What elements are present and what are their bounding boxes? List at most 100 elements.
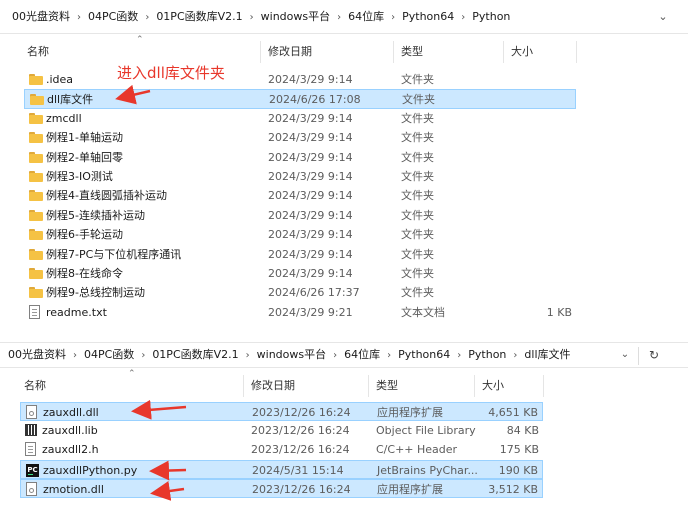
file-date: 2024/6/26 17:08 — [269, 93, 361, 107]
folder-row[interactable]: 例程5-连续插补运动 2024/3/29 9:14 文件夹 — [24, 206, 576, 225]
folder-row[interactable]: 例程1-单轴运动 2024/3/29 9:14 文件夹 — [24, 128, 576, 147]
chevron-right-icon[interactable]: › — [461, 12, 465, 23]
column-divider[interactable] — [260, 41, 261, 63]
chevron-right-icon[interactable]: › — [387, 350, 391, 361]
breadcrumb-item[interactable]: 04PC函数 — [84, 348, 134, 361]
chevron-right-icon[interactable]: › — [250, 12, 254, 23]
file-row[interactable]: readme.txt 2024/3/29 9:21 文本文档 1 KB — [24, 303, 576, 322]
chevron-right-icon[interactable]: › — [391, 12, 395, 23]
column-divider[interactable] — [474, 375, 475, 397]
file-row[interactable]: zauxdll.lib 2023/12/26 16:24 Object File L… — [20, 421, 543, 440]
folder-row[interactable]: zmcdll 2024/3/29 9:14 文件夹 — [24, 109, 576, 128]
breadcrumb-item[interactable]: 64位库 — [348, 10, 384, 23]
breadcrumb-item[interactable]: 00光盘资料 — [8, 348, 66, 361]
file-row[interactable]: zmotion.dll 2023/12/26 16:24 应用程序扩展 3,512 K… — [20, 478, 543, 499]
column-divider[interactable] — [393, 41, 394, 63]
file-date: 2024/3/29 9:14 — [268, 189, 353, 203]
folder-row[interactable]: 例程2-单轴回零 2024/3/29 9:14 文件夹 — [24, 148, 576, 167]
file-name: zmcdll — [46, 111, 82, 125]
chevron-right-icon[interactable]: › — [73, 350, 77, 361]
file-type: 应用程序扩展 — [377, 406, 443, 419]
folder-row[interactable]: 例程8-在线命令 2024/3/29 9:14 文件夹 — [24, 264, 576, 283]
breadcrumb-item[interactable]: windows平台 — [257, 348, 326, 361]
column-header-type[interactable]: 类型 — [401, 40, 423, 64]
file-type: 文件夹 — [401, 228, 434, 242]
column-header-size[interactable]: 大小 — [511, 40, 533, 64]
breadcrumb-item[interactable]: Python — [472, 10, 510, 23]
file-name: 例程4-直线圆弧插补运动 — [46, 189, 167, 203]
window-gap — [0, 330, 688, 342]
file-date: 2023/12/26 16:24 — [251, 424, 350, 438]
file-date: 2024/3/29 9:14 — [268, 131, 353, 145]
column-header-name[interactable]: 名称 — [27, 40, 49, 64]
column-header-type[interactable]: 类型 — [376, 374, 398, 398]
breadcrumb-item[interactable]: 01PC函数库V2.1 — [152, 348, 238, 361]
column-header-date[interactable]: 修改日期 — [268, 40, 312, 64]
file-type: 文件夹 — [401, 208, 434, 222]
file-type: 文件夹 — [401, 286, 434, 300]
file-type: 文件夹 — [401, 150, 434, 164]
file-type: 文件夹 — [401, 170, 434, 183]
column-header-date[interactable]: 修改日期 — [251, 374, 295, 398]
top-address-bar[interactable]: 00光盘资料 › 04PC函数 › 01PC函数库V2.1 › windows平台 › 64位库… — [0, 0, 688, 34]
chevron-right-icon[interactable]: › — [246, 350, 250, 361]
folder-icon — [29, 190, 43, 202]
file-row[interactable]: zauxdll.dll 2023/12/26 16:24 应用程序扩展 4,651 K… — [20, 402, 543, 422]
breadcrumb-item[interactable]: 64位库 — [344, 348, 380, 361]
chevron-right-icon[interactable]: › — [333, 350, 337, 361]
column-header-size[interactable]: 大小 — [482, 374, 504, 398]
breadcrumb-item[interactable]: Python — [468, 348, 506, 361]
breadcrumb-item[interactable]: 04PC函数 — [88, 10, 138, 23]
file-date: 2023/12/26 16:24 — [252, 406, 351, 419]
chevron-right-icon[interactable]: › — [337, 12, 341, 23]
refresh-icon[interactable]: ↻ — [646, 347, 662, 363]
file-date: 2024/6/26 17:37 — [268, 286, 360, 300]
file-date: 2023/12/26 16:24 — [252, 482, 351, 496]
file-name: .idea — [46, 73, 74, 86]
folder-row[interactable]: .idea 2024/3/29 9:14 文件夹 — [24, 70, 576, 89]
folder-row[interactable]: 例程3-IO测试 2024/3/29 9:14 文件夹 — [24, 167, 576, 186]
file-row[interactable]: PC zauxdllPython.py 2024/5/31 15:14 JetBrai… — [20, 459, 543, 479]
file-type: 文件夹 — [402, 93, 435, 107]
text-file-icon — [29, 304, 40, 319]
breadcrumb-item[interactable]: windows平台 — [261, 10, 330, 23]
file-type: 文件夹 — [401, 73, 434, 86]
file-name: dll库文件 — [47, 93, 94, 107]
folder-icon — [29, 229, 43, 241]
chevron-right-icon[interactable]: › — [141, 350, 145, 361]
folder-row[interactable]: 例程4-直线圆弧插补运动 2024/3/29 9:14 文件夹 — [24, 186, 576, 205]
breadcrumb-item[interactable]: Python64 — [402, 10, 454, 23]
column-divider[interactable] — [368, 375, 369, 397]
breadcrumb-item[interactable]: dll库文件 — [524, 348, 570, 361]
file-row[interactable]: zauxdll2.h 2023/12/26 16:24 C/C++ Header 17… — [20, 440, 543, 459]
bottom-address-bar[interactable]: 00光盘资料 › 04PC函数 › 01PC函数库V2.1 › windows平台 › 64位库… — [0, 342, 688, 368]
breadcrumb-item[interactable]: 01PC函数库V2.1 — [156, 10, 242, 23]
breadcrumb-item[interactable]: Python64 — [398, 348, 450, 361]
file-name: zauxdllPython.py — [43, 463, 138, 477]
column-header-name[interactable]: 名称 — [24, 374, 46, 398]
file-type: 文件夹 — [401, 267, 434, 280]
file-name: zauxdll.lib — [42, 424, 98, 438]
column-divider[interactable] — [576, 41, 577, 63]
chevron-right-icon[interactable]: › — [457, 350, 461, 361]
bottom-breadcrumb: 00光盘资料 › 04PC函数 › 01PC函数库V2.1 › windows平台 › 64位库… — [8, 343, 571, 369]
column-divider[interactable] — [243, 375, 244, 397]
chevron-right-icon[interactable]: › — [145, 12, 149, 23]
chevron-down-icon[interactable]: ⌄ — [618, 348, 632, 362]
column-divider[interactable] — [503, 41, 504, 63]
folder-row[interactable]: dll库文件 2024/6/26 17:08 文件夹 — [24, 89, 576, 109]
folder-row[interactable]: 例程9-总线控制运动 2024/6/26 17:37 文件夹 — [24, 283, 576, 302]
folder-row[interactable]: 例程7-PC与下位机程序通讯 2024/3/29 9:14 文件夹 — [24, 245, 576, 264]
folder-icon — [29, 171, 43, 182]
file-type: 文件夹 — [401, 189, 434, 203]
column-divider[interactable] — [543, 375, 544, 397]
folder-icon — [29, 74, 43, 85]
file-size: 4,651 KB — [488, 406, 538, 419]
chevron-right-icon[interactable]: › — [513, 350, 517, 361]
breadcrumb-item[interactable]: 00光盘资料 — [12, 10, 70, 23]
chevron-right-icon[interactable]: › — [77, 12, 81, 23]
toolbar-divider — [638, 347, 639, 365]
folder-row[interactable]: 例程6-手轮运动 2024/3/29 9:14 文件夹 — [24, 225, 576, 244]
chevron-down-icon[interactable]: ⌄ — [655, 9, 671, 25]
folder-icon — [29, 287, 43, 299]
